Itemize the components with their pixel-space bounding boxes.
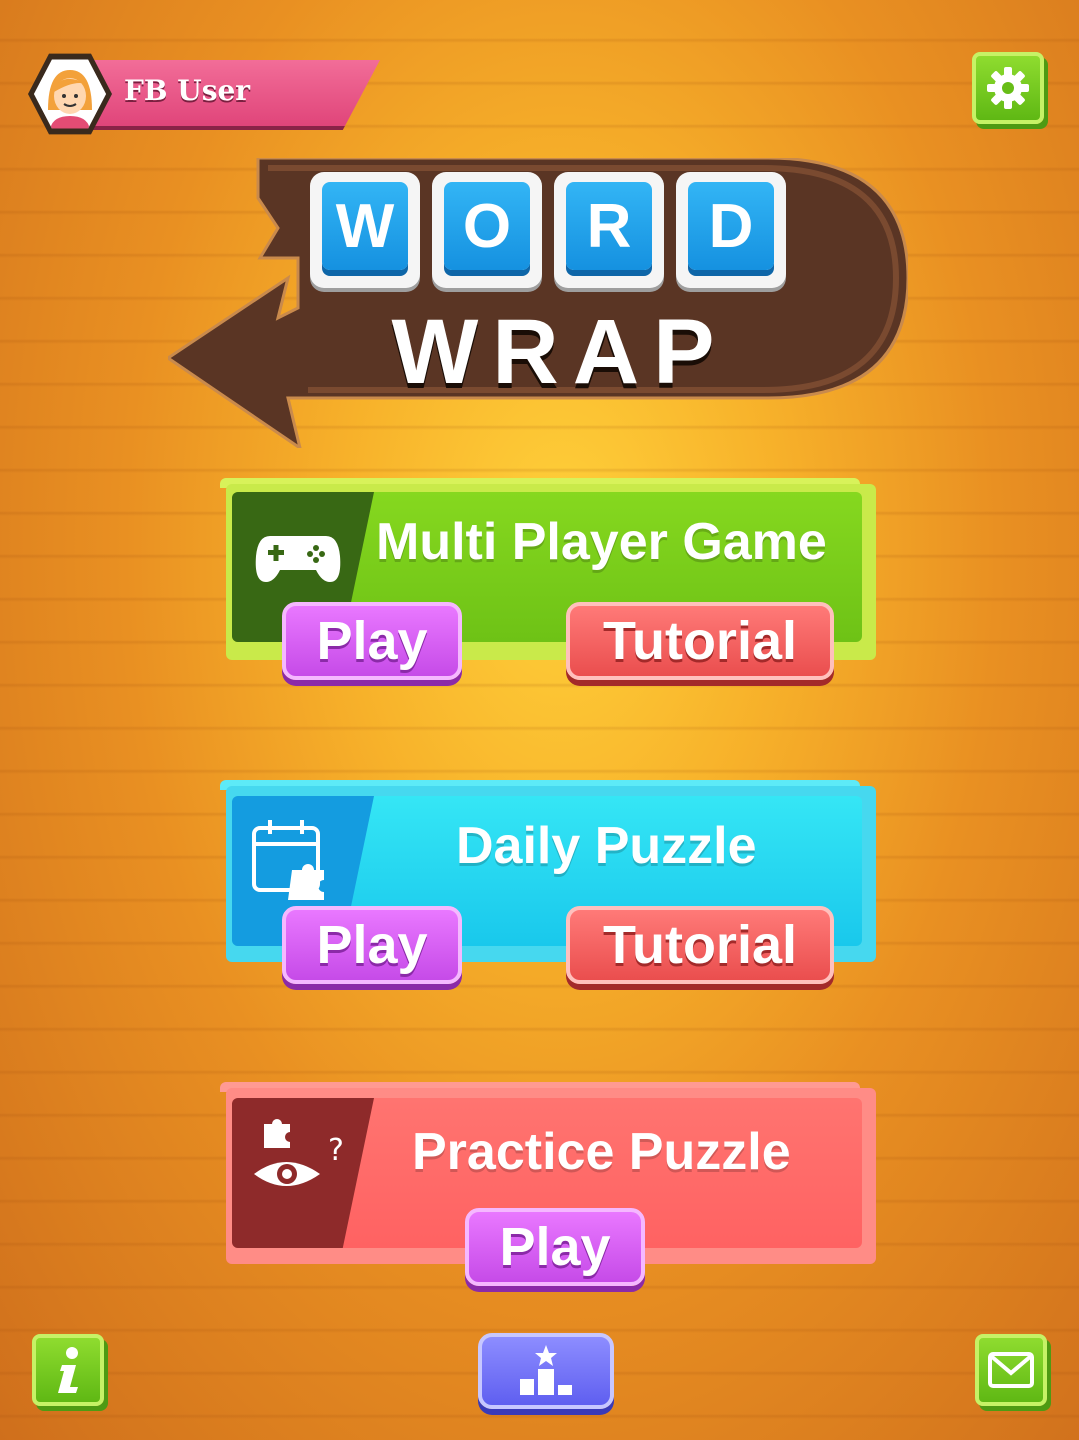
leaderboard-button[interactable] (478, 1333, 614, 1409)
logo-tile-w: W (310, 172, 420, 288)
multiplayer-tutorial-button[interactable]: Tutorial (566, 602, 834, 680)
calendar-puzzle-icon (252, 820, 324, 900)
mail-icon (988, 1352, 1034, 1388)
practice-title: Practice Puzzle (412, 1123, 791, 1181)
mail-button[interactable] (975, 1334, 1047, 1406)
daily-play-button[interactable]: Play (282, 906, 462, 984)
logo-subtitle: WRAP (391, 301, 729, 403)
practice-icon-panel: ? (232, 1098, 374, 1248)
settings-button[interactable] (972, 52, 1044, 124)
info-button[interactable] (32, 1334, 104, 1406)
practice-play-button[interactable]: Play (465, 1208, 645, 1286)
logo-tile-d: D (676, 172, 786, 288)
info-icon (58, 1347, 78, 1393)
profile-name: FB User (124, 74, 251, 107)
multiplayer-play-button[interactable]: Play (282, 602, 462, 680)
gamepad-icon (255, 536, 341, 582)
logo-tile-o: O (432, 172, 542, 288)
puzzle-eye-icon: ? (254, 1119, 344, 1186)
svg-text:?: ? (328, 1133, 344, 1168)
daily-title: Daily Puzzle (456, 817, 757, 875)
leaderboard-icon (520, 1345, 572, 1395)
logo-tile-r: R (554, 172, 664, 288)
multiplayer-title: Multi Player Game (376, 513, 827, 571)
gear-icon (987, 67, 1029, 109)
daily-tutorial-button[interactable]: Tutorial (566, 906, 834, 984)
